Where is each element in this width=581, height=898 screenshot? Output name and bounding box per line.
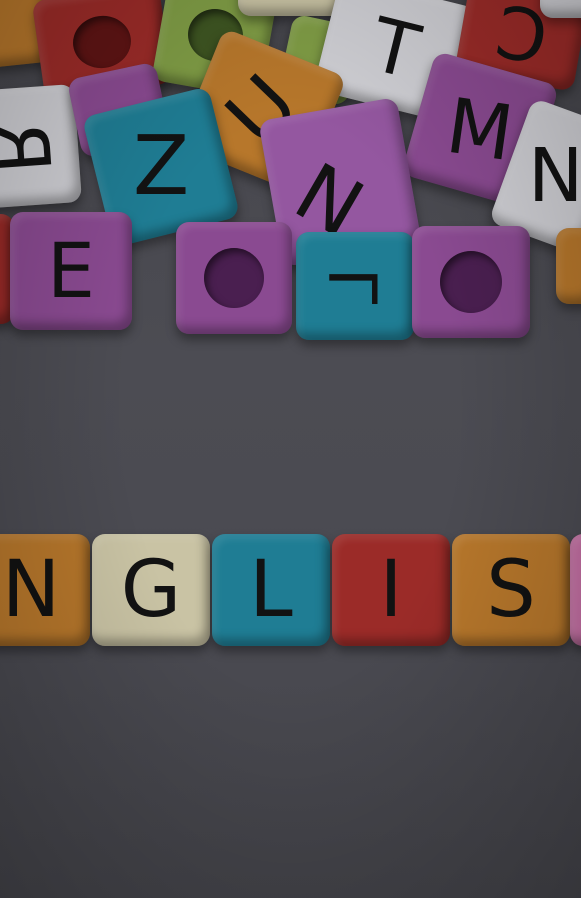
bead-letter: T xyxy=(362,1,428,97)
bead-letter: N xyxy=(1,545,61,635)
bead-letter: E xyxy=(46,226,96,315)
word-bead-edge xyxy=(570,534,581,646)
bead-white-r: R xyxy=(0,84,82,210)
bead-letter: S xyxy=(486,545,536,635)
bead-letter: I xyxy=(379,545,403,635)
bead-letter: G xyxy=(120,545,182,635)
bead-cyan-underlay: L xyxy=(296,232,414,340)
bead-purple-e: E xyxy=(10,212,132,330)
bead-letter: Z xyxy=(132,119,190,214)
bead-purple-hole-a xyxy=(176,222,292,334)
word-bead-orange-2: S xyxy=(452,534,570,646)
bead-letter: M xyxy=(441,80,519,179)
bead-orange-right-edge xyxy=(556,228,581,304)
word-bead-red: I xyxy=(332,534,450,646)
word-bead-cyan: L xyxy=(212,534,330,646)
bead-letter: N xyxy=(528,132,581,219)
bead-white-corner xyxy=(540,0,581,18)
bead-letter: L xyxy=(249,545,293,635)
word-bead-cream: G xyxy=(92,534,210,646)
bead-letter: L xyxy=(316,267,393,305)
word-bead-orange: N xyxy=(0,534,90,646)
photo-scene: T C R U M N Z N L E N G L I S xyxy=(0,0,581,898)
bead-letter: R xyxy=(0,116,66,178)
bead-purple-hole-b xyxy=(412,226,530,338)
